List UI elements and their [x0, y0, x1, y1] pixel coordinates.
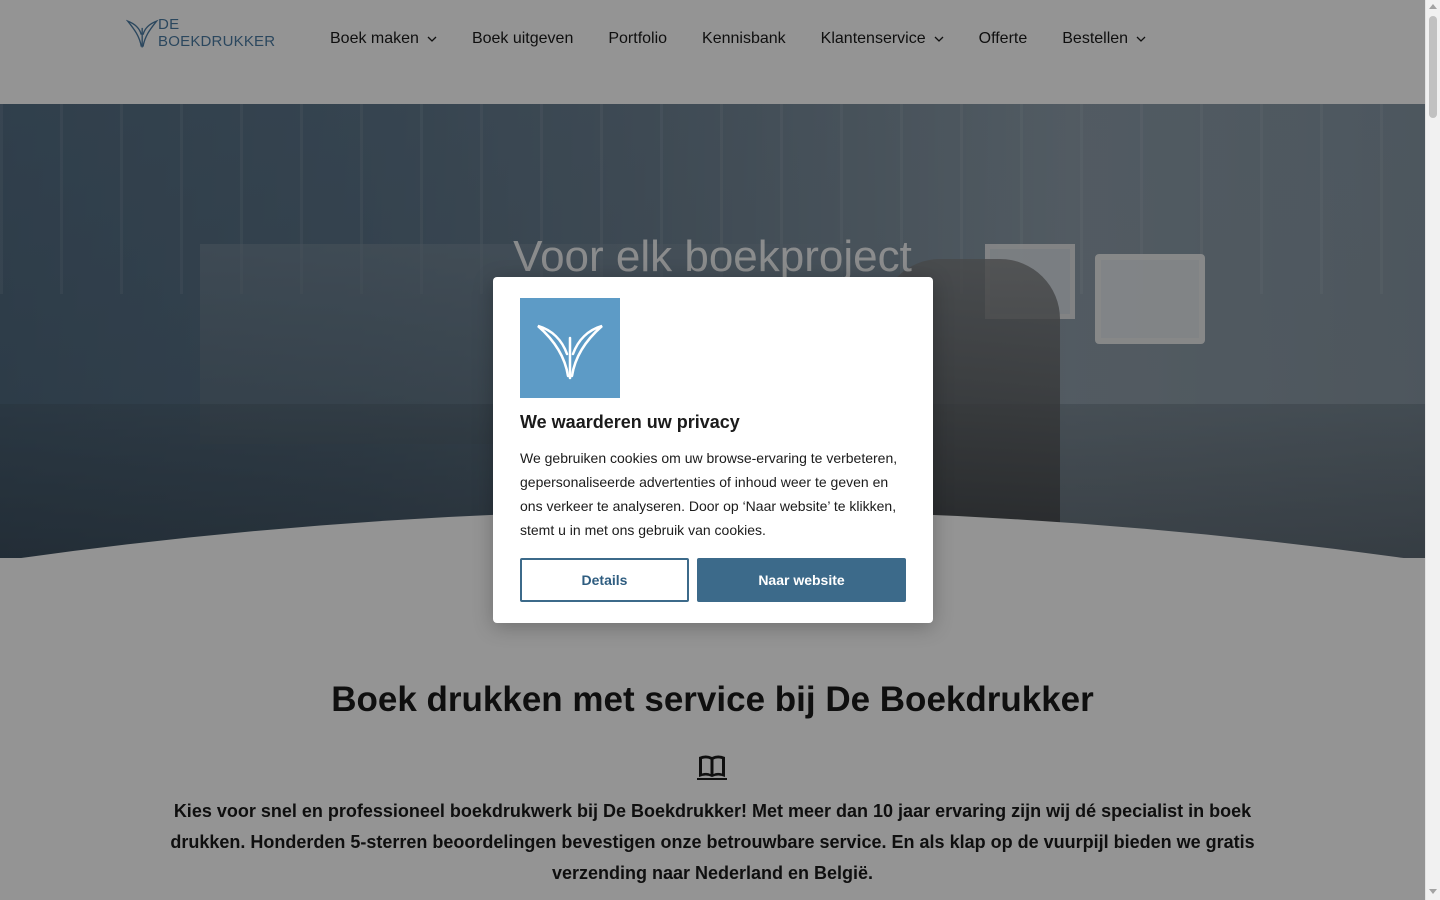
logo-icon [537, 324, 603, 380]
dialog-text: We gebruiken cookies om uw browse-ervari… [520, 450, 898, 538]
dialog-title: We waarderen uw privacy [520, 412, 740, 432]
details-button[interactable]: Details [520, 558, 689, 602]
page-scrollbar[interactable] [1425, 0, 1440, 900]
accept-button[interactable]: Naar website [697, 558, 906, 602]
dialog-logo [520, 298, 620, 398]
scroll-up-arrow-icon[interactable] [1429, 4, 1437, 9]
scrollbar-thumb[interactable] [1429, 16, 1437, 118]
scroll-down-arrow-icon[interactable] [1429, 889, 1437, 894]
cookie-consent-dialog: We waarderen uw privacy We gebruiken coo… [493, 277, 933, 623]
